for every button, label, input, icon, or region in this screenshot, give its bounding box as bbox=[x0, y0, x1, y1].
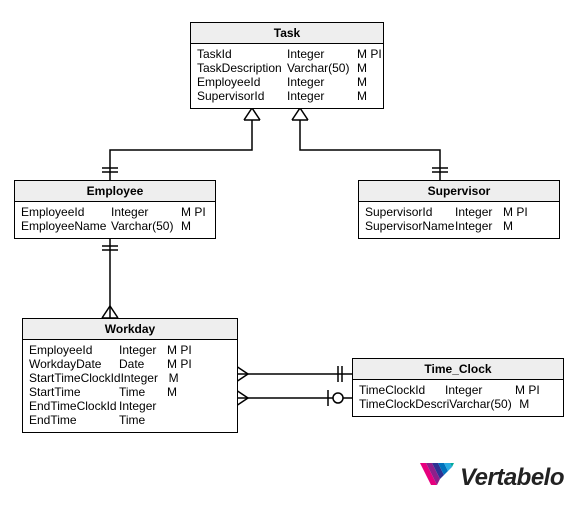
entity-body: TaskIdIntegerM PI TaskDescriptionVarchar… bbox=[191, 44, 383, 108]
entity-supervisor: Supervisor SupervisorIdIntegerM PI Super… bbox=[358, 180, 560, 239]
table-row: StartTimeClockIdIntegerM bbox=[29, 371, 231, 385]
table-row: StartTimeTimeM bbox=[29, 385, 231, 399]
table-row: TimeClockIdIntegerM PI bbox=[359, 383, 557, 397]
table-row: SupervisorNameIntegerM bbox=[365, 219, 553, 233]
entity-body: TimeClockIdIntegerM PI TimeClockDescriVa… bbox=[353, 380, 563, 416]
logo-icon bbox=[420, 463, 454, 493]
entity-title: Task bbox=[191, 23, 383, 44]
table-row: TaskIdIntegerM PI bbox=[197, 47, 377, 61]
entity-title: Employee bbox=[15, 181, 215, 202]
table-row: TimeClockDescriVarchar(50)M bbox=[359, 397, 557, 411]
entity-workday: Workday EmployeeIdIntegerM PI WorkdayDat… bbox=[22, 318, 238, 433]
table-row: EmployeeNameVarchar(50)M bbox=[21, 219, 209, 233]
table-row: TaskDescriptionVarchar(50)M bbox=[197, 61, 377, 75]
table-row: EmployeeIdIntegerM PI bbox=[21, 205, 209, 219]
entity-task: Task TaskIdIntegerM PI TaskDescriptionVa… bbox=[190, 22, 384, 109]
entity-body: EmployeeIdIntegerM PI WorkdayDateDateM P… bbox=[23, 340, 237, 432]
entity-body: EmployeeIdIntegerM PI EmployeeNameVarcha… bbox=[15, 202, 215, 238]
entity-title: Time_Clock bbox=[353, 359, 563, 380]
entity-time-clock: Time_Clock TimeClockIdIntegerM PI TimeCl… bbox=[352, 358, 564, 417]
entity-title: Workday bbox=[23, 319, 237, 340]
entity-body: SupervisorIdIntegerM PI SupervisorNameIn… bbox=[359, 202, 559, 238]
table-row: EmployeeIdIntegerM bbox=[197, 75, 377, 89]
entity-title: Supervisor bbox=[359, 181, 559, 202]
table-row: EndTimeTime bbox=[29, 413, 231, 427]
logo-text: Vertabelo bbox=[460, 464, 564, 492]
table-row: EndTimeClockIdInteger bbox=[29, 399, 231, 413]
table-row: SupervisorIdIntegerM bbox=[197, 89, 377, 103]
entity-employee: Employee EmployeeIdIntegerM PI EmployeeN… bbox=[14, 180, 216, 239]
table-row: WorkdayDateDateM PI bbox=[29, 357, 231, 371]
vertabelo-logo: Vertabelo bbox=[420, 463, 564, 493]
table-row: SupervisorIdIntegerM PI bbox=[365, 205, 553, 219]
table-row: EmployeeIdIntegerM PI bbox=[29, 343, 231, 357]
